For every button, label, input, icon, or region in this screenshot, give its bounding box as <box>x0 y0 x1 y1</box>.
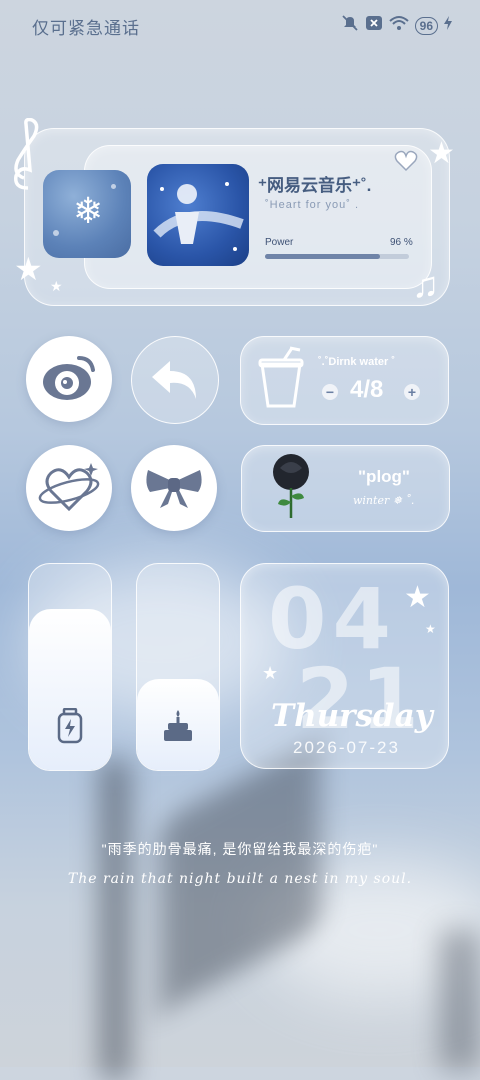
star-icon: ★ <box>14 251 43 287</box>
weekday-label: Thursday <box>271 698 433 734</box>
music-inner-card <box>84 145 432 289</box>
music-note-icon <box>10 117 44 199</box>
mute-icon <box>341 14 359 37</box>
power-progress-bar[interactable] <box>265 254 409 259</box>
wifi-icon <box>388 15 409 36</box>
star-icon: ★ <box>428 137 455 170</box>
cake-slider[interactable] <box>136 563 220 771</box>
power-label: Power <box>265 237 294 248</box>
weibo-icon <box>43 356 95 400</box>
quote-english: The rain that night built a nest in my s… <box>67 871 413 887</box>
back-arrow-icon <box>152 361 196 399</box>
back-button[interactable] <box>131 336 219 424</box>
music-app-title: ⁺网易云音乐⁺˚. <box>258 176 372 195</box>
cup-icon <box>256 346 306 415</box>
plog-title: "plog" <box>358 467 410 486</box>
star-icon: ★ <box>404 581 431 614</box>
snowflake-icon: ❄ <box>73 190 104 231</box>
music-note-icon: ♫ <box>412 264 439 305</box>
album-cover-dancer[interactable] <box>147 164 249 266</box>
cake-icon <box>162 708 194 747</box>
water-minus-button[interactable]: − <box>322 384 338 400</box>
music-subtitle: ˚Heart for you˚ . <box>265 199 360 211</box>
battery-level: 96 <box>414 16 438 35</box>
water-count: 4/8 <box>350 376 384 403</box>
power-value: 96 % <box>390 237 413 248</box>
water-plus-button[interactable]: + <box>404 384 420 400</box>
rose-icon <box>266 452 316 525</box>
status-bar: 仅可紧急通话 96 <box>0 0 480 50</box>
date-label: 2026-07-23 <box>293 738 400 757</box>
star-icon: ★ <box>50 278 63 294</box>
heart-icon[interactable] <box>394 150 418 177</box>
no-sim-icon <box>365 15 383 36</box>
bg-pole <box>100 760 130 1080</box>
star-icon: ★ <box>425 622 436 636</box>
bow-button[interactable] <box>131 445 217 531</box>
plog-subtitle: winter ❅ ˚. <box>353 494 415 507</box>
bow-icon <box>146 470 202 508</box>
album-cover-snow[interactable]: ❄ <box>43 170 131 258</box>
heart-orbit-icon <box>38 463 100 512</box>
water-title: ˚.˚Dirnk water ˚ <box>318 356 396 368</box>
power-progress-fill <box>265 254 381 259</box>
battery-slider[interactable] <box>28 563 112 771</box>
charging-icon <box>444 16 452 35</box>
weibo-button[interactable] <box>26 336 112 422</box>
carrier-text: 仅可紧急通话 <box>32 19 140 38</box>
bg-pole <box>440 930 480 1070</box>
quote-chinese: "雨季的肋骨最痛, 是你留给我最深的伤疤" <box>101 841 379 857</box>
love-button[interactable] <box>26 445 112 531</box>
star-icon: ★ <box>262 663 279 683</box>
battery-icon <box>57 707 83 749</box>
